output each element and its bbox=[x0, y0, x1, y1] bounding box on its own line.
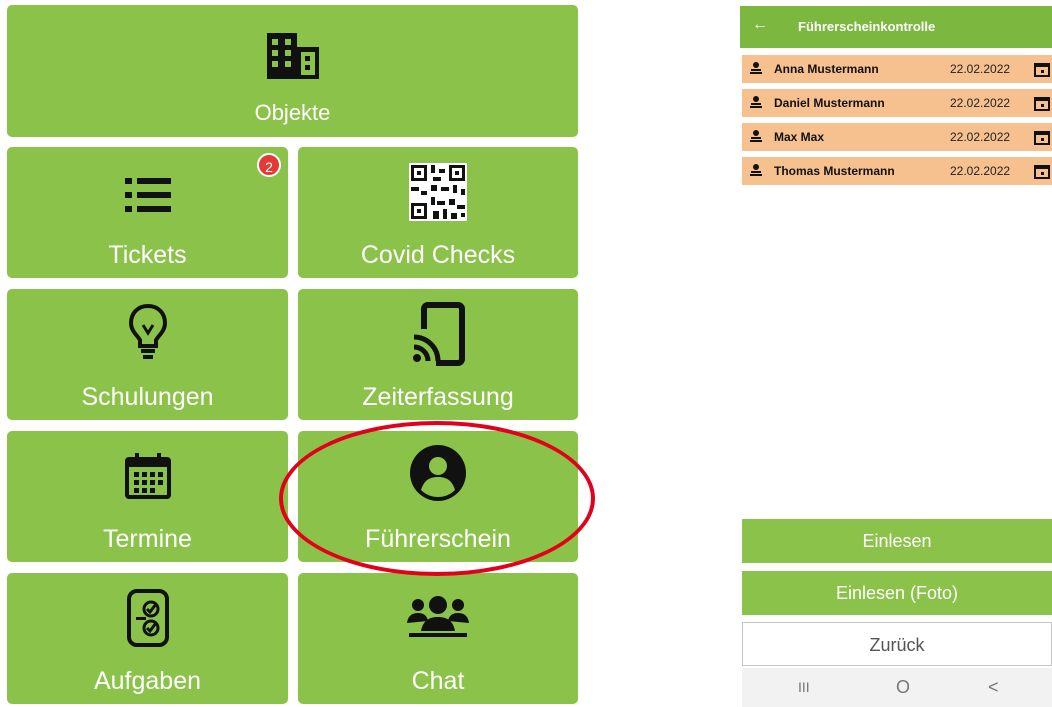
tile-zeiterfassung[interactable]: Zeiterfassung bbox=[298, 289, 578, 420]
calendar-small-icon bbox=[1034, 131, 1050, 145]
person-name: Anna Mustermann bbox=[774, 62, 879, 76]
tile-label-chat: Chat bbox=[411, 667, 465, 695]
home-nav-icon[interactable]: O bbox=[896, 677, 910, 698]
back-arrow-icon[interactable]: ← bbox=[752, 16, 768, 34]
tile-schulungen[interactable]: Schulungen bbox=[7, 289, 288, 420]
check-date: 22.02.2022 bbox=[950, 96, 1011, 110]
calendar-small-icon bbox=[1034, 63, 1050, 77]
tile-aufgaben[interactable]: Aufgaben bbox=[7, 573, 288, 704]
lightbulb-icon bbox=[128, 303, 167, 359]
tile-label-schulungen: Schulungen bbox=[81, 383, 214, 411]
calendar-icon bbox=[124, 453, 171, 499]
qr-code-icon bbox=[409, 163, 467, 221]
tile-label-zeiterfassung: Zeiterfassung bbox=[362, 383, 514, 411]
tile-covid-checks[interactable]: Covid Checks bbox=[298, 147, 578, 278]
tile-label-aufgaben: Aufgaben bbox=[93, 667, 202, 695]
highlight-ellipse bbox=[279, 421, 595, 576]
list-icon bbox=[124, 178, 171, 212]
checklist-icon bbox=[126, 589, 169, 647]
license-row[interactable]: Max Max 22.02.2022 bbox=[742, 123, 1052, 151]
license-row[interactable]: Thomas Mustermann 22.02.2022 bbox=[742, 157, 1052, 185]
check-date: 22.02.2022 bbox=[950, 62, 1011, 76]
license-row[interactable]: Daniel Mustermann 22.02.2022 bbox=[742, 89, 1052, 117]
recents-nav-icon[interactable]: III bbox=[798, 679, 810, 695]
back-nav-icon[interactable]: < bbox=[988, 677, 999, 698]
building-icon bbox=[266, 33, 319, 79]
tickets-badge: 2 bbox=[257, 153, 281, 177]
group-icon bbox=[407, 596, 469, 637]
person-icon bbox=[750, 96, 762, 108]
person-icon bbox=[750, 130, 762, 142]
person-icon bbox=[750, 164, 762, 176]
zurueck-button[interactable]: Zurück bbox=[742, 622, 1052, 666]
tile-tickets[interactable]: Tickets 2 bbox=[7, 147, 288, 278]
person-name: Daniel Mustermann bbox=[774, 96, 885, 110]
tile-chat[interactable]: Chat bbox=[298, 573, 578, 704]
person-name: Thomas Mustermann bbox=[774, 164, 895, 178]
person-icon bbox=[750, 62, 762, 74]
app-bar: ← Führerscheinkontrolle bbox=[740, 6, 1052, 48]
license-row[interactable]: Anna Mustermann 22.02.2022 bbox=[742, 55, 1052, 83]
tile-objekte[interactable]: Objekte bbox=[7, 5, 578, 137]
check-date: 22.02.2022 bbox=[950, 164, 1011, 178]
check-date: 22.02.2022 bbox=[950, 130, 1011, 144]
calendar-small-icon bbox=[1034, 165, 1050, 179]
tile-label-termine: Termine bbox=[103, 525, 192, 553]
tile-label-covid-checks: Covid Checks bbox=[360, 241, 516, 269]
tile-label-objekte: Objekte bbox=[254, 100, 331, 125]
tile-label-tickets: Tickets bbox=[108, 241, 187, 269]
android-nav-bar: III O < bbox=[742, 668, 1052, 707]
person-name: Max Max bbox=[774, 130, 825, 144]
calendar-small-icon bbox=[1034, 97, 1050, 111]
phone-cast-icon bbox=[413, 302, 465, 367]
einlesen-button[interactable]: Einlesen bbox=[742, 519, 1052, 563]
einlesen-foto-button[interactable]: Einlesen (Foto) bbox=[742, 571, 1052, 615]
tile-termine[interactable]: Termine bbox=[7, 431, 288, 562]
screen-title: Führerscheinkontrolle bbox=[798, 19, 936, 34]
